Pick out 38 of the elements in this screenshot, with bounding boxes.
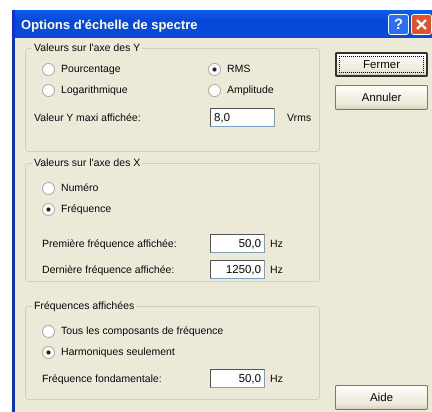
unit-label: Hz	[270, 238, 283, 250]
field-label: Valeur Y maxi affichée:	[34, 112, 142, 124]
radio-button[interactable]	[42, 202, 55, 216]
dialog-button[interactable]: Annuler	[335, 85, 428, 110]
option-label[interactable]: Logarithmique	[61, 84, 128, 96]
input-field[interactable]: 8,0	[210, 108, 275, 127]
help-button[interactable]: ?	[388, 14, 409, 34]
close-icon	[415, 18, 428, 30]
option-label[interactable]: Numéro	[61, 182, 98, 194]
unit-label: Hz	[270, 372, 283, 384]
option-label[interactable]: RMS	[227, 63, 250, 75]
input-field[interactable]: 50,0	[210, 369, 265, 388]
group-title: Valeurs sur l'axe des X	[32, 157, 142, 169]
option-label[interactable]: Tous les composants de fréquence	[61, 325, 224, 337]
field-label: Première fréquence affichée:	[42, 238, 178, 250]
option-label[interactable]: Pourcentage	[61, 63, 121, 75]
group-title: Valeurs sur l'axe des Y	[32, 42, 142, 54]
option-label[interactable]: Harmoniques seulement	[61, 346, 175, 358]
group-title: Fréquences affichées	[32, 300, 136, 312]
input-field[interactable]: 1250,0	[210, 260, 265, 279]
unit-label: Hz	[270, 264, 283, 276]
field-label: Fréquence fondamentale:	[42, 372, 163, 384]
radio-button[interactable]	[42, 182, 55, 194]
option-label[interactable]: Amplitude	[227, 84, 274, 96]
option-label[interactable]: Fréquence	[61, 203, 112, 215]
radio-button[interactable]	[42, 62, 55, 76]
dialog-button[interactable]: Fermer	[335, 52, 428, 77]
window-title: Options d'échelle de spectre	[21, 16, 198, 32]
field-label: Dernière fréquence affichée:	[42, 264, 176, 276]
dialog-button[interactable]: Aide	[335, 385, 428, 410]
radio-button[interactable]	[42, 84, 55, 96]
radio-button[interactable]	[42, 324, 55, 338]
radio-button[interactable]	[42, 346, 55, 358]
close-button[interactable]	[411, 14, 432, 34]
radio-button[interactable]	[208, 84, 221, 96]
unit-label: Vrms	[287, 112, 312, 124]
radio-button[interactable]	[208, 62, 221, 76]
input-field[interactable]: 50,0	[210, 234, 265, 253]
